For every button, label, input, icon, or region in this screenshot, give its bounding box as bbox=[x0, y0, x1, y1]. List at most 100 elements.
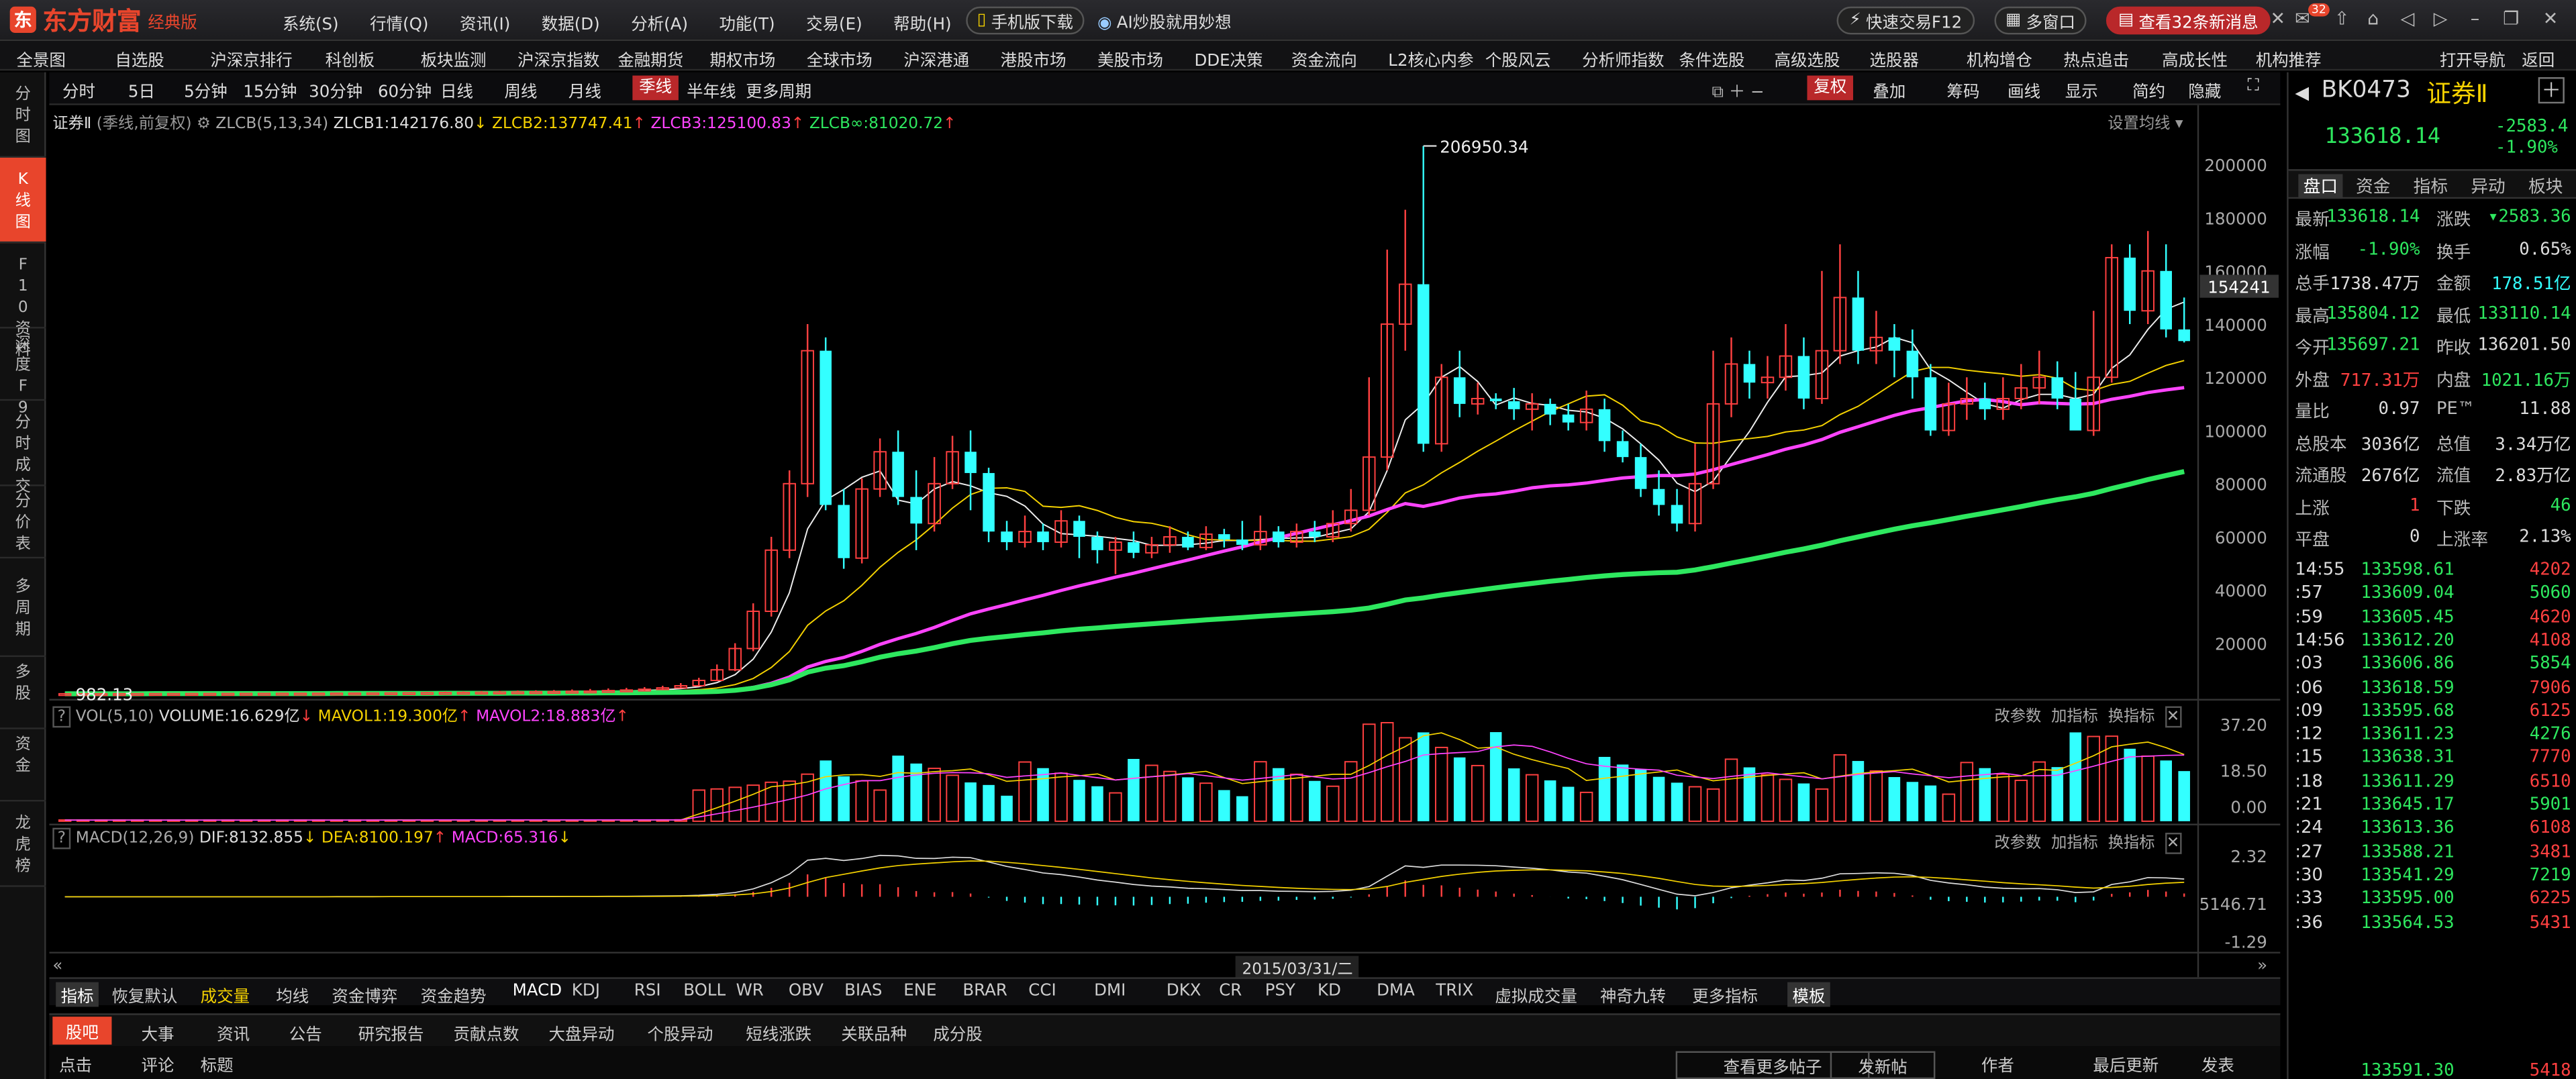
settings-gear-icon[interactable]: ⚙ bbox=[197, 115, 211, 133]
menu-item[interactable]: 全景图 bbox=[16, 46, 65, 70]
forum-tab[interactable]: 短线涨跌 bbox=[746, 1020, 811, 1045]
menu-item[interactable]: 自选股 bbox=[115, 46, 164, 70]
period-tab[interactable]: 月线 bbox=[568, 77, 601, 102]
indicator-tab[interactable]: BIAS bbox=[844, 982, 882, 1000]
indicator-tab[interactable]: 成交量 bbox=[201, 982, 250, 1007]
top-menu-item[interactable]: 数据(D) bbox=[542, 10, 600, 35]
quick-trade-button[interactable]: ⚡ 快速交易F12 bbox=[1836, 6, 1975, 35]
menu-item[interactable]: 打开导航 bbox=[2440, 46, 2506, 70]
mobile-download-button[interactable]: ▯ 手机版下载 bbox=[966, 6, 1085, 35]
menu-item[interactable]: 美股市场 bbox=[1097, 46, 1163, 70]
indicator-tab[interactable]: MACD bbox=[513, 982, 562, 1000]
quote-tab[interactable]: 板块 bbox=[2528, 174, 2563, 199]
legend-indicator[interactable]: ZLCB(5,13,34) bbox=[215, 115, 328, 133]
indicator-tab[interactable]: 神奇九转 bbox=[1600, 982, 1666, 1007]
view-tab[interactable]: 分价表 bbox=[0, 486, 46, 559]
indicator-tab[interactable]: KD bbox=[1318, 982, 1341, 1000]
period-tab[interactable]: 分时 bbox=[62, 77, 95, 102]
forum-tab[interactable]: 公告 bbox=[289, 1020, 322, 1045]
indicator-tab[interactable]: 资金趋势 bbox=[421, 982, 487, 1007]
help-icon[interactable]: ? bbox=[52, 706, 71, 728]
view-tab[interactable]: F10资料 bbox=[0, 243, 46, 359]
menu-item[interactable]: 机构推荐 bbox=[2256, 46, 2322, 70]
close-news-icon[interactable]: ✕ bbox=[2267, 8, 2289, 30]
indicator-tab[interactable]: CR bbox=[1219, 982, 1242, 1000]
indicator-tab[interactable]: 虚拟成交量 bbox=[1495, 982, 1577, 1007]
menu-item[interactable]: 个股风云 bbox=[1485, 46, 1551, 70]
help-icon[interactable]: ? bbox=[52, 827, 71, 850]
period-tab[interactable]: 半年线 bbox=[687, 77, 736, 102]
menu-item[interactable]: 选股器 bbox=[1869, 46, 1918, 70]
indicator-tab[interactable]: RSI bbox=[634, 982, 661, 1000]
change-params-button[interactable]: 改参数 bbox=[1995, 834, 2042, 852]
forum-tab[interactable]: 研究报告 bbox=[358, 1020, 424, 1045]
back-icon[interactable]: ◁ bbox=[2397, 8, 2418, 30]
top-menu-item[interactable]: 分析(A) bbox=[631, 10, 688, 35]
ai-promo-link[interactable]: ◉ AI炒股就用妙想 bbox=[1097, 8, 1232, 33]
menu-item[interactable]: 港股市场 bbox=[1001, 46, 1067, 70]
up-icon[interactable]: ⇧ bbox=[2331, 8, 2352, 30]
scroll-right-icon[interactable]: » bbox=[2257, 956, 2267, 975]
menu-item[interactable]: 沪深京指数 bbox=[517, 46, 599, 70]
period-tab[interactable]: 30分钟 bbox=[309, 77, 362, 102]
period-tab[interactable]: 日线 bbox=[440, 77, 473, 102]
indicator-tab[interactable]: CCI bbox=[1028, 982, 1056, 1000]
add-indicator-button[interactable]: 加指标 bbox=[2051, 708, 2098, 726]
quote-tab[interactable]: 异动 bbox=[2471, 174, 2505, 199]
menu-item[interactable]: 热点追击 bbox=[2063, 46, 2129, 70]
chart-toolbar-button[interactable]: 显示 bbox=[2065, 77, 2098, 102]
view-tab[interactable]: 多股 bbox=[0, 657, 46, 729]
home-icon[interactable]: ⌂ bbox=[2363, 8, 2384, 30]
view-tab[interactable]: 资金 bbox=[0, 729, 46, 802]
menu-item[interactable]: L2核心内参 bbox=[1388, 46, 1473, 70]
indicator-tab[interactable]: 资金博弈 bbox=[332, 982, 397, 1007]
period-tab[interactable]: 季线 bbox=[632, 75, 679, 101]
indicator-tab[interactable]: OBV bbox=[789, 982, 824, 1000]
new-post-button[interactable]: 发新帖 bbox=[1830, 1051, 1936, 1079]
change-params-button[interactable]: 改参数 bbox=[1995, 708, 2042, 726]
chart-toolbar-button[interactable]: 隐藏 bbox=[2188, 77, 2221, 102]
indicator-tab[interactable]: DKX bbox=[1167, 982, 1201, 1000]
menu-item[interactable]: 全球市场 bbox=[807, 46, 873, 70]
menu-item[interactable]: 资金流向 bbox=[1291, 46, 1357, 70]
indicator-tab[interactable]: 模板 bbox=[1787, 982, 1830, 1007]
forum-tab[interactable]: 关联品种 bbox=[841, 1020, 907, 1045]
minimize-icon[interactable]: – bbox=[2465, 8, 2486, 30]
forward-icon[interactable]: ▷ bbox=[2430, 8, 2451, 30]
vol-panel-buttons[interactable]: 改参数 加指标 换指标 ✕ bbox=[1995, 703, 2181, 728]
top-menu-item[interactable]: 交易(E) bbox=[806, 10, 862, 35]
period-tab[interactable]: 更多周期 bbox=[746, 77, 811, 102]
view-tab[interactable]: 分时图 bbox=[0, 72, 46, 158]
scroll-left-icon[interactable]: « bbox=[52, 956, 62, 975]
switch-indicator-button[interactable]: 换指标 bbox=[2108, 834, 2155, 852]
indicator-tab[interactable]: TRIX bbox=[1436, 982, 1473, 1000]
macd-panel-buttons[interactable]: 改参数 加指标 换指标 ✕ bbox=[1995, 829, 2181, 854]
indicator-tab[interactable]: 均线 bbox=[276, 982, 309, 1007]
quote-tab[interactable]: 指标 bbox=[2414, 174, 2448, 199]
indicator-tab[interactable]: 指标 bbox=[56, 982, 99, 1007]
indicator-tab[interactable]: 更多指标 bbox=[1692, 982, 1758, 1007]
menu-item[interactable]: 科创板 bbox=[326, 46, 375, 70]
indicator-tab[interactable]: BRAR bbox=[962, 982, 1007, 1000]
forum-tab[interactable]: 股吧 bbox=[52, 1017, 112, 1045]
period-tab[interactable]: 5分钟 bbox=[184, 77, 228, 102]
forum-tab[interactable]: 成分股 bbox=[933, 1020, 982, 1045]
prev-stock-icon[interactable]: ◀ bbox=[2295, 82, 2309, 103]
menu-item[interactable]: 条件选股 bbox=[1679, 46, 1745, 70]
top-menu-item[interactable]: 行情(Q) bbox=[370, 10, 428, 35]
indicator-tab[interactable]: ENE bbox=[903, 982, 936, 1000]
view-tab[interactable]: K线图 bbox=[0, 157, 46, 244]
view-tab[interactable]: 深度F9 bbox=[0, 329, 46, 416]
restore-icon[interactable]: ❐ bbox=[2500, 8, 2522, 30]
menu-item[interactable]: 分析师指数 bbox=[1582, 46, 1664, 70]
close-panel-icon[interactable]: ✕ bbox=[2165, 832, 2181, 854]
indicator-tab[interactable]: DMI bbox=[1094, 982, 1126, 1000]
ma-settings-link[interactable]: 设置均线 ▾ bbox=[2108, 110, 2183, 133]
chart-toolbar-button[interactable]: 筹码 bbox=[1947, 77, 1980, 102]
view-tab[interactable]: 龙虎榜 bbox=[0, 801, 46, 887]
menu-item[interactable]: 期权市场 bbox=[709, 46, 775, 70]
period-tab[interactable]: 5日 bbox=[128, 77, 155, 102]
menu-item[interactable]: 沪深京排行 bbox=[210, 46, 292, 70]
chart-toolbar-button[interactable]: 复权 bbox=[1807, 75, 1854, 101]
forum-tab[interactable]: 贡献点数 bbox=[454, 1020, 519, 1045]
